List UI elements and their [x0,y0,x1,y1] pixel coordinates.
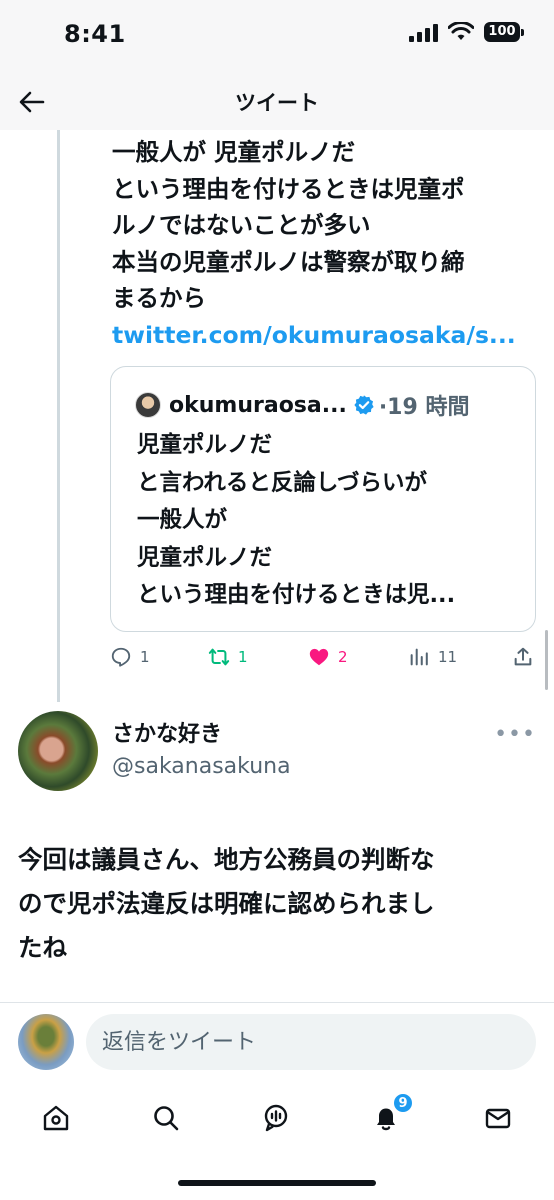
quoted-tweet-card[interactable]: okumuraosa... ·19 時間 児童ポルノだ と言われると反論しづらい… [110,366,536,632]
main-text-line: たね [18,933,67,962]
view-count: 11 [438,648,458,666]
share-icon [514,647,532,666]
scrollbar[interactable] [545,630,548,690]
verified-badge-icon [354,395,374,415]
reply-count: 1 [140,648,150,666]
tab-notifications[interactable]: 9 [368,1092,414,1136]
quoted-author-name: okumuraosa... [169,392,347,418]
heart-filled-icon [309,648,329,666]
reply-input[interactable] [86,1014,536,1070]
quoted-text-line: と言われると反論しづらいが [137,469,428,496]
quoted-text-line: 児童ポルノだ [137,544,273,571]
tweet-action-bar: 1 1 2 11 [110,646,536,676]
status-icons: 100 [409,22,524,42]
retweet-icon [208,648,230,666]
tweet-text-line: という理由を付けるときは児童ポ [112,174,465,203]
tab-messages[interactable] [480,1100,516,1136]
share-button[interactable] [512,646,534,668]
quoted-text-line: という理由を付けるときは児... [137,582,456,608]
quoted-author-avatar [135,392,161,418]
home-icon [43,1105,69,1131]
my-avatar[interactable] [18,1014,74,1070]
tab-spaces[interactable] [258,1100,294,1136]
page-title: ツイート [235,91,319,115]
author-handle[interactable]: @sakanasakuna [112,754,291,779]
like-count: 2 [338,648,348,666]
notification-badge: 9 [392,1092,414,1114]
views-button[interactable]: 11 [408,646,457,668]
main-text-line: ので児ポ法違反は明確に認められまし [18,889,435,918]
tweet-text-line: まるから [112,284,206,312]
tab-search[interactable] [148,1100,184,1136]
reply-button[interactable]: 1 [110,646,150,668]
thread-connector-line [57,130,60,702]
status-bar: 8:41 100 [0,0,554,76]
status-time: 8:41 [64,20,126,48]
wifi-icon [448,22,474,40]
author-name[interactable]: さかな好き [112,716,222,748]
divider [0,1002,554,1003]
battery-icon: 100 [484,22,524,42]
cellular-signal-icon [409,22,438,42]
more-options-icon[interactable]: ••• [494,722,536,747]
quoted-tweet-header: okumuraosa... ·19 時間 [135,389,469,421]
tweet-text-line: 本当の児童ポルノは警察が取り締 [112,247,465,276]
quoted-text-line: 一般人が [137,507,228,533]
bar-chart-icon [410,648,428,666]
search-icon [154,1106,179,1131]
quoted-tweet-time: ·19 時間 [378,395,470,420]
main-text-line: 今回は議員さん、地方公務員の判断な [18,845,435,874]
spaces-microphone-icon [264,1104,288,1132]
retweet-count: 1 [238,648,248,666]
quoted-text-line: 児童ポルノだ [137,432,273,458]
like-button[interactable]: 2 [308,646,348,668]
envelope-icon [485,1108,511,1129]
retweet-button[interactable]: 1 [208,646,248,668]
tweet-text-line: ルノではないことが多い [112,211,371,239]
reply-icon [111,647,131,667]
quoted-tweet-text: 児童ポルノだ と言われると反論しづらいが 一般人が 児童ポルノだ という理由を付… [137,427,517,615]
nav-header: ツイート [0,76,554,130]
tweet-link[interactable]: twitter.com/okumuraosaka/s... [112,317,522,354]
main-tweet-text: 今回は議員さん、地方公務員の判断な ので児ポ法違反は明確に認められまし たね [18,838,538,970]
home-indicator[interactable] [178,1180,376,1186]
tab-home[interactable] [38,1100,74,1136]
parent-tweet-text: 一般人が 児童ポルノだ という理由を付けるときは児童ポ ルノではないことが多い … [112,134,522,353]
tweet-text-line: 一般人が 児童ポルノだ [112,138,356,166]
author-avatar[interactable] [18,711,98,791]
bottom-tab-bar: 9 [0,1090,554,1150]
